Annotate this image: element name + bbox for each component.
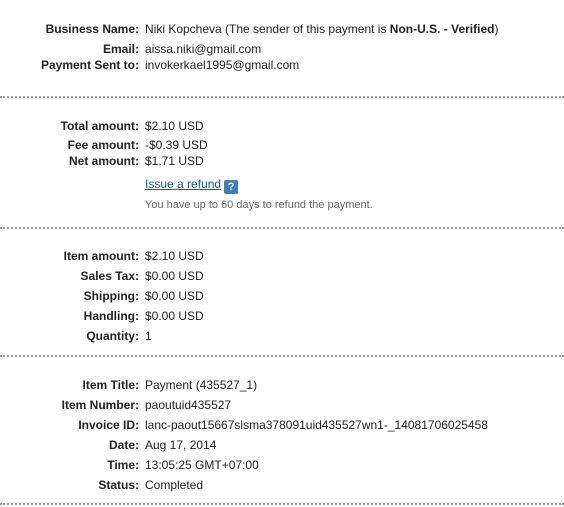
section-divider (0, 96, 564, 98)
net-amount-row: Net amount: $1.71 USD (0, 152, 564, 170)
total-amount-row: Total amount: $2.10 USD (0, 117, 564, 135)
issue-refund-link[interactable]: Issue a refund (145, 177, 221, 191)
sales-tax-row: Sales Tax: $0.00 USD (0, 267, 564, 285)
time-label: Time: (107, 458, 139, 472)
item-amount-value: $2.10 USD (145, 249, 204, 263)
item-number-value: paoutuid435527 (145, 398, 232, 412)
handling-label: Handling: (83, 309, 139, 323)
shipping-label: Shipping: (83, 289, 139, 303)
item-amount-label: Item amount: (63, 249, 139, 263)
item-title-label: Item Title: (82, 378, 139, 392)
verification-status: Non-U.S. - Verified (389, 22, 495, 36)
net-amount-value: $1.71 USD (145, 154, 204, 168)
total-amount-value: $2.10 USD (145, 119, 204, 133)
date-value: Aug 17, 2014 (145, 438, 217, 452)
payment-sent-to-value: invokerkael1995@gmail.com (145, 58, 300, 72)
shipping-value: $0.00 USD (145, 289, 204, 303)
shipping-row: Shipping: $0.00 USD (0, 287, 564, 305)
section-divider (0, 503, 564, 505)
section-divider (0, 355, 564, 357)
item-title-value: Payment (435527_1) (145, 378, 258, 392)
invoice-id-label: Invoice ID: (78, 418, 139, 432)
item-number-row: Item Number: paoutuid435527 (0, 396, 564, 414)
invoice-id-value: lanc-paout15667slsma378091uid435527wn1-_… (145, 418, 488, 432)
status-row: Status: Completed (0, 476, 564, 494)
date-label: Date: (108, 438, 139, 452)
section-divider (0, 227, 564, 229)
business-name-label: Business Name: (45, 22, 139, 36)
quantity-row: Quantity: 1 (0, 327, 564, 345)
refund-row: Issue a refund? (0, 175, 564, 194)
handling-row: Handling: $0.00 USD (0, 307, 564, 325)
refund-note: You have up to 60 days to refund the pay… (145, 199, 373, 211)
item-title-row: Item Title: Payment (435527_1) (0, 376, 564, 394)
quantity-value: 1 (145, 329, 152, 343)
sales-tax-label: Sales Tax: (80, 269, 139, 283)
total-amount-label: Total amount: (60, 119, 139, 133)
invoice-id-row: Invoice ID: lanc-paout15667slsma378091ui… (0, 416, 564, 434)
net-amount-label: Net amount: (69, 154, 139, 168)
time-value: 13:05:25 GMT+07:00 (145, 458, 259, 472)
business-name-value: Niki Kopcheva (The sender of this paymen… (145, 22, 499, 36)
time-row: Time: 13:05:25 GMT+07:00 (0, 456, 564, 474)
status-label: Status: (98, 478, 139, 492)
status-value: Completed (145, 478, 204, 492)
item-amount-row: Item amount: $2.10 USD (0, 247, 564, 265)
payment-sent-to-row: Payment Sent to: invokerkael1995@gmail.c… (0, 56, 564, 74)
sales-tax-value: $0.00 USD (145, 269, 204, 283)
business-name-row: Business Name: Niki Kopcheva (The sender… (0, 20, 564, 38)
help-icon[interactable]: ? (224, 180, 239, 194)
date-row: Date: Aug 17, 2014 (0, 436, 564, 454)
quantity-label: Quantity: (86, 329, 139, 343)
handling-value: $0.00 USD (145, 309, 204, 323)
item-number-label: Item Number: (61, 398, 139, 412)
payment-sent-to-label: Payment Sent to: (40, 58, 139, 72)
